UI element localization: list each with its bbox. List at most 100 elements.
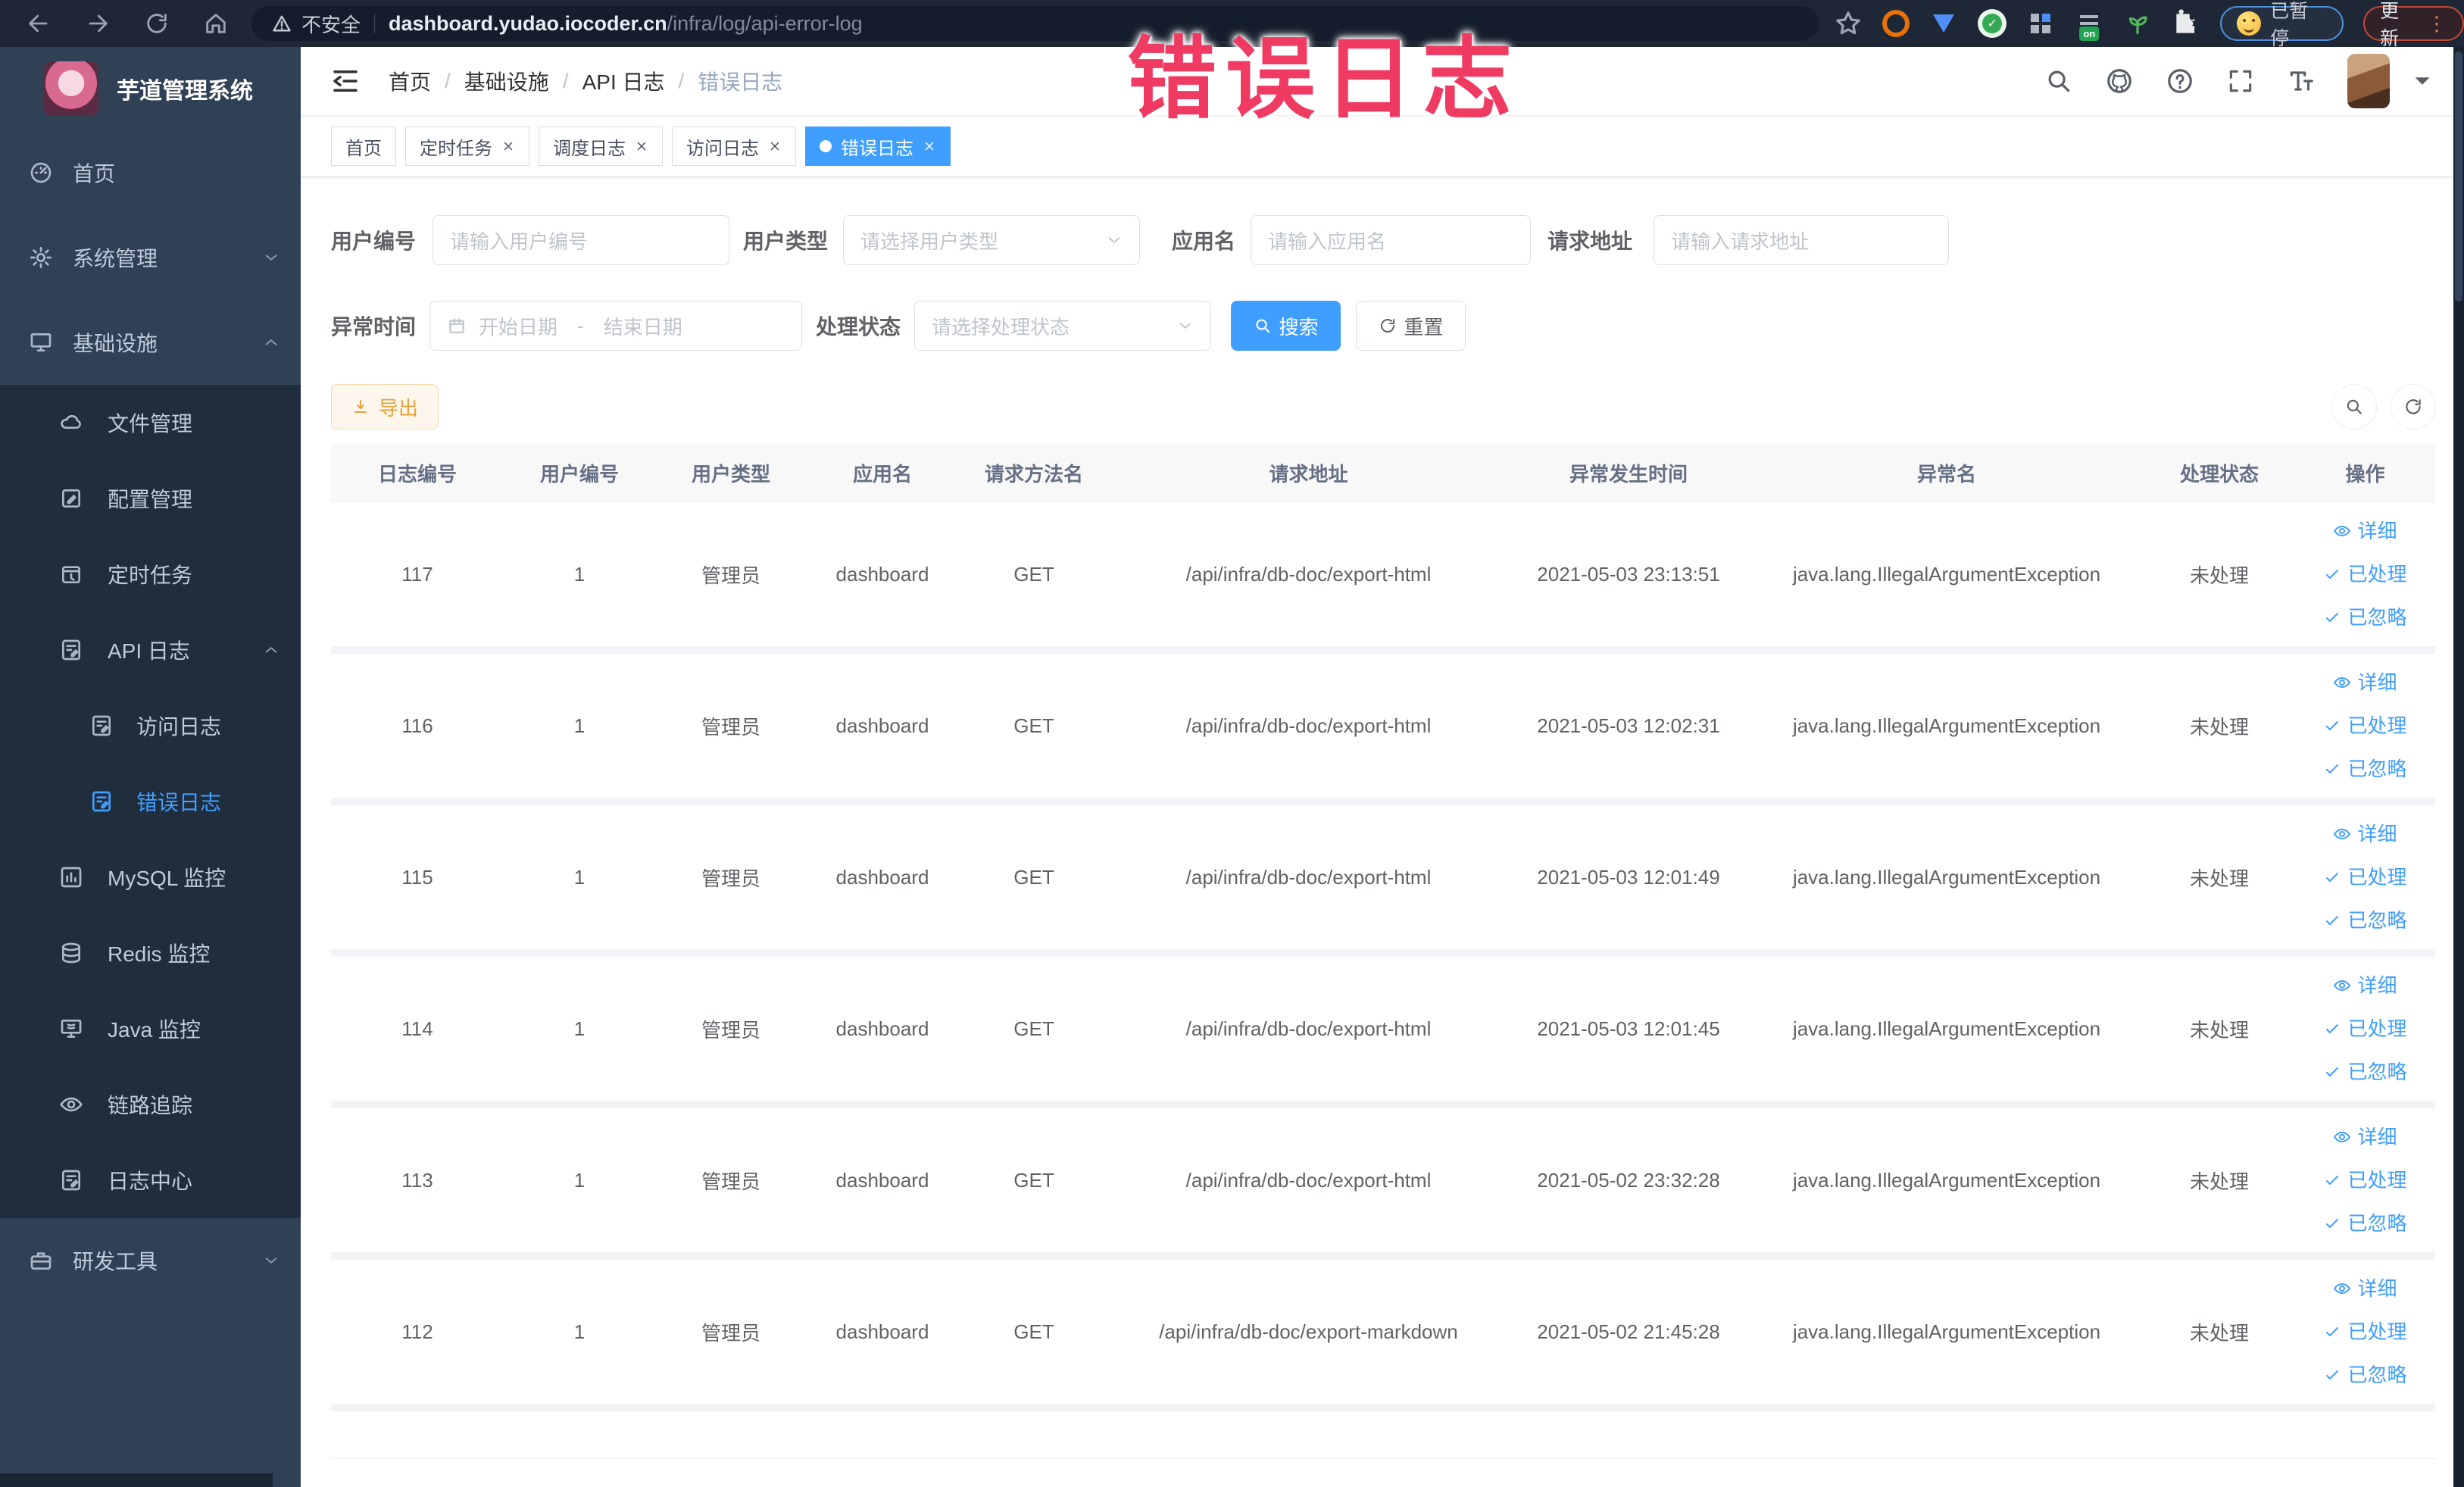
close-icon[interactable]: [923, 139, 936, 153]
tab-cron-job[interactable]: 定时任务: [405, 127, 529, 166]
refresh-table-button[interactable]: [2391, 385, 2435, 429]
breadcrumb-item[interactable]: 基础设施: [464, 66, 549, 96]
sidebar-item-log-center[interactable]: 日志中心: [0, 1142, 301, 1218]
breadcrumb-item[interactable]: API 日志: [582, 66, 665, 96]
scrollbar-thumb[interactable]: [2455, 52, 2462, 301]
export-button[interactable]: 导出: [331, 384, 439, 430]
sidebar-item-system-management[interactable]: 系统管理: [0, 215, 301, 300]
action-ignored[interactable]: 已忽略: [2323, 1051, 2407, 1094]
bookmark-star-icon[interactable]: [1834, 9, 1863, 38]
close-icon[interactable]: [768, 139, 782, 153]
sidebar-item-home[interactable]: 首页: [0, 130, 301, 215]
check-icon: [2323, 717, 2341, 735]
action-ignored[interactable]: 已忽略: [2323, 1202, 2407, 1245]
request-url-input[interactable]: 请输入请求地址: [1654, 215, 1950, 265]
hide-search-button[interactable]: [2332, 385, 2376, 429]
sidebar-item-redis-monitor[interactable]: Redis 监控: [0, 915, 301, 991]
github-icon[interactable]: [2105, 67, 2134, 95]
sidebar-item-file-management[interactable]: 文件管理: [0, 385, 301, 461]
hamburger-fold-icon[interactable]: [329, 65, 361, 97]
sidebar-item-config-management[interactable]: 配置管理: [0, 461, 301, 536]
font-size-icon[interactable]: [2287, 67, 2316, 95]
address-bar[interactable]: 不安全 dashboard.yudao.iocoder.cn/infra/log…: [251, 6, 1819, 41]
tab-schedule-log[interactable]: 调度日志: [539, 127, 663, 166]
sidebar-item-trace[interactable]: 链路追踪: [0, 1067, 301, 1142]
action-detail[interactable]: 详细: [2333, 1116, 2397, 1159]
action-detail[interactable]: 详细: [2333, 813, 2397, 856]
breadcrumb-item[interactable]: 首页: [389, 66, 431, 96]
sidebar-logo[interactable]: 芋道管理系统: [0, 47, 301, 130]
close-icon[interactable]: [501, 139, 515, 153]
action-ignored[interactable]: 已忽略: [2323, 748, 2407, 791]
paused-extension-pill[interactable]: 已暂停: [2220, 1, 2344, 49]
cell-status: 未处理: [2189, 1321, 2249, 1345]
sidebar-item-api-log[interactable]: API 日志: [0, 612, 301, 688]
forward-icon[interactable]: [85, 11, 111, 36]
tab-access-log[interactable]: 访问日志: [672, 127, 796, 166]
cell-exception: java.lang.IllegalArgumentException: [1792, 714, 2101, 737]
action-processed[interactable]: 已处理: [2323, 1310, 2407, 1354]
sidebar-item-infrastructure[interactable]: 基础设施: [0, 300, 301, 385]
puzzle-extensions-icon[interactable]: [2172, 9, 2201, 38]
cell-user_type: 管理员: [701, 1170, 760, 1193]
action-processed[interactable]: 已处理: [2323, 1159, 2407, 1202]
action-label: 详细: [2357, 1125, 2397, 1148]
action-label: 已忽略: [2347, 1363, 2407, 1386]
url-domain: dashboard.yudao.iocoder.cn: [389, 11, 667, 35]
sprout-extension-icon[interactable]: [2123, 9, 2153, 38]
caret-down-icon[interactable]: [2408, 67, 2437, 95]
sidebar-item-dev-tools[interactable]: 研发工具: [0, 1218, 301, 1303]
user-type-placeholder: 请选择用户类型: [860, 230, 999, 253]
navbar-actions: [2044, 54, 2464, 108]
fullscreen-icon[interactable]: [2226, 67, 2255, 95]
sidebar-item-access-log[interactable]: 访问日志: [0, 688, 301, 764]
app-name-input[interactable]: 请输入应用名: [1251, 215, 1532, 265]
cell-user_id: 1: [573, 1168, 586, 1192]
user-id-input[interactable]: 请输入用户编号: [433, 215, 730, 265]
sidebar-item-error-log[interactable]: 错误日志: [0, 764, 301, 839]
refresh-icon: [2403, 397, 2423, 417]
exception-time-range-picker[interactable]: 开始日期 - 结束日期: [429, 301, 803, 351]
search-icon[interactable]: [2044, 67, 2073, 95]
action-processed[interactable]: 已处理: [2323, 1007, 2407, 1051]
switch-on-extension-icon[interactable]: on: [2075, 9, 2104, 41]
action-ignored[interactable]: 已忽略: [2323, 1354, 2407, 1397]
sidebar-item-cron-job[interactable]: 定时任务: [0, 536, 301, 612]
action-detail[interactable]: 详细: [2333, 661, 2397, 704]
action-processed[interactable]: 已处理: [2323, 553, 2407, 596]
blue-shield-extension-icon[interactable]: [1929, 9, 1959, 38]
action-detail[interactable]: 详细: [2333, 964, 2397, 1007]
user-avatar[interactable]: [2347, 54, 2390, 108]
action-processed[interactable]: 已处理: [2323, 856, 2407, 899]
close-icon[interactable]: [635, 139, 648, 153]
question-icon[interactable]: [2166, 67, 2194, 95]
orange-ring-extension-icon[interactable]: [1882, 10, 1910, 37]
sidebar-item-mysql-monitor[interactable]: MySQL 监控: [0, 839, 301, 915]
home-icon[interactable]: [203, 11, 229, 36]
sidebar-scrollbar[interactable]: [0, 1473, 273, 1487]
reload-icon[interactable]: [144, 11, 170, 36]
grid-extension-icon[interactable]: [2026, 9, 2056, 38]
back-icon[interactable]: [26, 11, 52, 36]
action-ignored[interactable]: 已忽略: [2323, 899, 2407, 942]
action-ignored[interactable]: 已忽略: [2323, 596, 2407, 639]
table-row: 115 1 管理员 dashboard GET/api/infra/db-doc/exp…: [331, 805, 2435, 957]
browser-menu-icon[interactable]: ⋮: [2427, 12, 2447, 36]
user-type-select[interactable]: 请选择用户类型: [843, 215, 1141, 265]
sidebar-item-java-monitor[interactable]: Java 监控: [0, 991, 301, 1067]
reset-button[interactable]: 重置: [1356, 301, 1466, 351]
action-processed[interactable]: 已处理: [2323, 704, 2407, 748]
process-status-select[interactable]: 请选择处理状态: [914, 301, 1212, 351]
page-scrollbar[interactable]: [2453, 47, 2464, 1487]
green-check-extension-icon[interactable]: ✓: [1978, 9, 2007, 38]
search-button[interactable]: 搜索: [1231, 301, 1341, 351]
eye-icon: [59, 1092, 83, 1117]
sidebar-item-label: 文件管理: [108, 412, 193, 436]
tab-error-log[interactable]: 错误日志: [805, 127, 951, 166]
browser-update-button[interactable]: 更新 ⋮: [2363, 1, 2464, 49]
action-detail[interactable]: 详细: [2333, 510, 2397, 553]
cell-exception: java.lang.IllegalArgumentException: [1792, 865, 2101, 889]
breadcrumb-item[interactable]: 错误日志: [698, 66, 782, 96]
tab-home[interactable]: 首页: [331, 127, 396, 166]
action-detail[interactable]: 详细: [2333, 1267, 2397, 1310]
